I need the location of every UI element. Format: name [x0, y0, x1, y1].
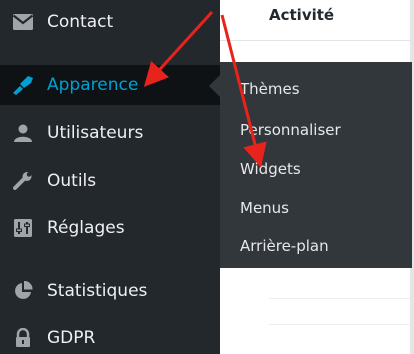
- activity-title: Activité: [269, 6, 335, 24]
- pie-chart-icon: [10, 279, 36, 303]
- admin-sidebar: Contact Apparence Utilisateurs Outils Ré…: [0, 0, 220, 354]
- sidebar-item-label: GDPR: [47, 328, 96, 348]
- mail-icon: [10, 10, 36, 34]
- user-icon: [10, 121, 36, 145]
- sidebar-item-contact[interactable]: Contact: [0, 2, 220, 42]
- sidebar-item-statistics[interactable]: Statistiques: [0, 271, 220, 311]
- paintbrush-icon: [10, 73, 36, 97]
- appearance-submenu: Thèmes Personnaliser Widgets Menus Arriè…: [220, 62, 412, 268]
- content-divider: [269, 324, 414, 325]
- sidebar-item-tools[interactable]: Outils: [0, 161, 220, 201]
- submenu-item-background[interactable]: Arrière-plan: [240, 237, 329, 255]
- sidebar-item-gdpr[interactable]: GDPR: [0, 318, 220, 354]
- sidebar-item-appearance[interactable]: Apparence: [0, 65, 220, 105]
- settings-icon: [10, 216, 36, 240]
- sidebar-item-label: Réglages: [47, 218, 125, 238]
- sidebar-item-label: Contact: [47, 12, 114, 32]
- content-divider: [269, 298, 414, 299]
- sidebar-item-users[interactable]: Utilisateurs: [0, 113, 220, 153]
- wrench-icon: [10, 169, 36, 193]
- sidebar-item-label: Apparence: [47, 75, 139, 95]
- submenu-item-widgets[interactable]: Widgets: [240, 160, 301, 178]
- content-divider: [220, 40, 414, 41]
- active-menu-pointer: [209, 75, 220, 97]
- submenu-item-customize[interactable]: Personnaliser: [240, 121, 341, 139]
- sidebar-item-settings[interactable]: Réglages: [0, 208, 220, 248]
- sidebar-item-label: Statistiques: [47, 281, 148, 301]
- sidebar-item-label: Utilisateurs: [47, 123, 144, 143]
- sidebar-item-label: Outils: [47, 171, 97, 191]
- submenu-item-menus[interactable]: Menus: [240, 199, 289, 217]
- lock-icon: [10, 326, 36, 350]
- submenu-item-themes[interactable]: Thèmes: [240, 80, 300, 98]
